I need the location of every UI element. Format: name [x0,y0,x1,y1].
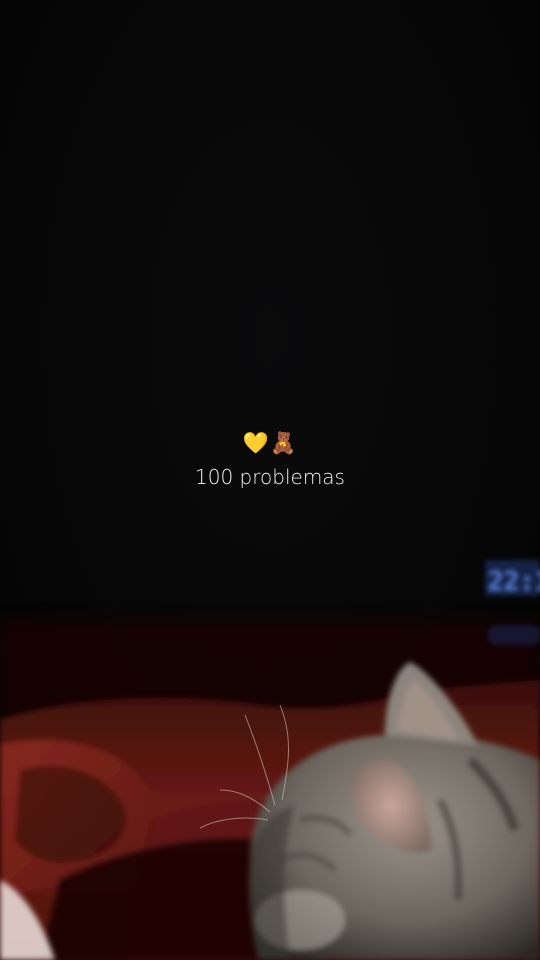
story-frame: 22:17 💛🧸 100 problemas [0,0,540,960]
emoji-heart-bear: 💛🧸 [242,431,298,455]
clock-digits: 22:17 [488,567,540,597]
story-caption: 💛🧸 100 problemas [0,428,540,492]
caption-text: 100 problemas [195,465,345,489]
